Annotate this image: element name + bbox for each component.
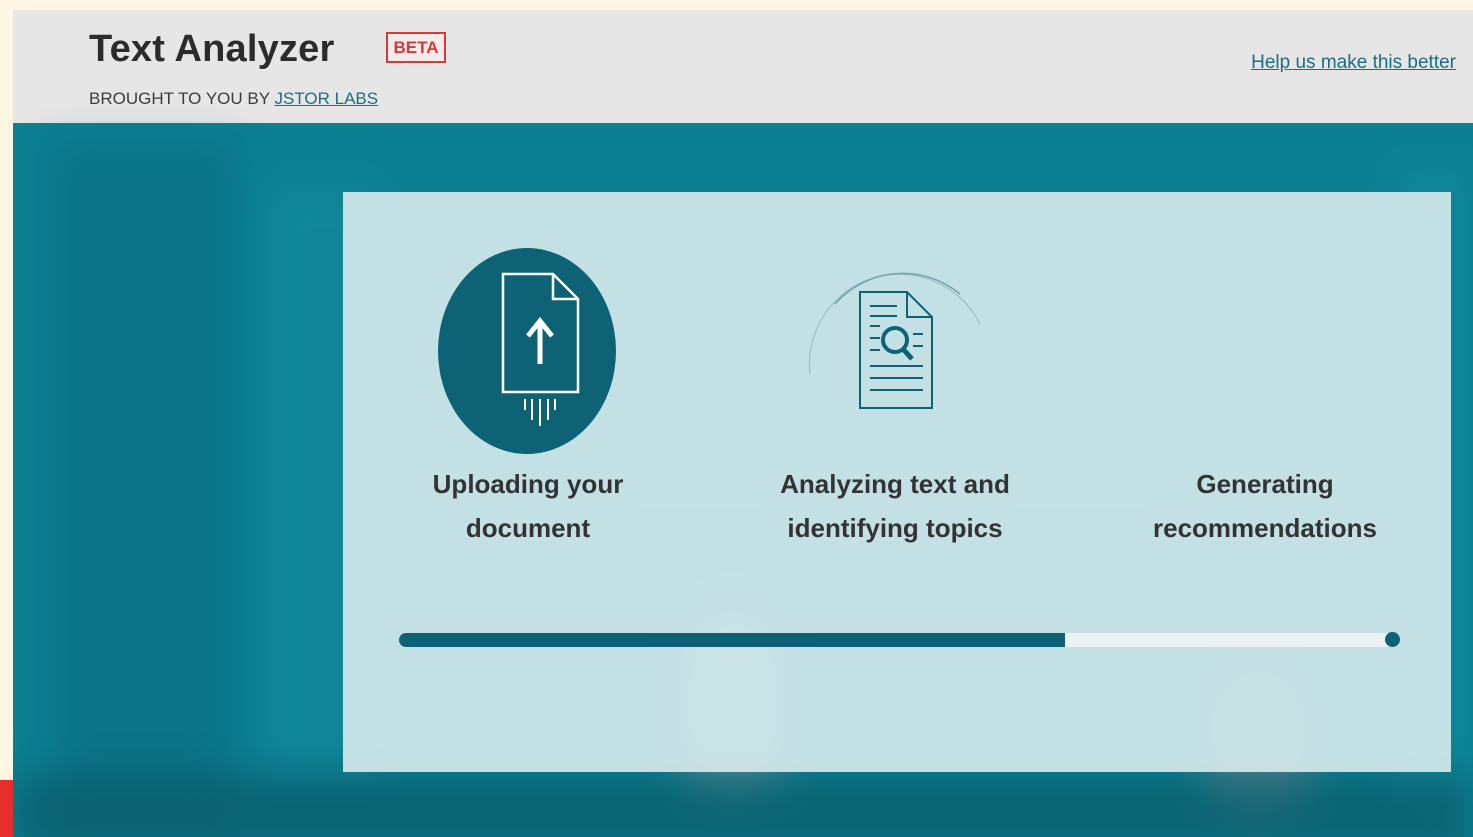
top-header: Text Analyzer BETA BROUGHT TO YOU BY JST… [13, 10, 1473, 123]
step-generate: Generating recommendations [1105, 244, 1425, 550]
step-analyze: Analyzing text and identifying topics [735, 244, 1055, 550]
step-label-line: identifying topics [787, 513, 1003, 543]
help-feedback-link[interactable]: Help us make this better [1251, 52, 1456, 74]
blurred-background-shape [53, 143, 233, 837]
progress-end-dot [1385, 632, 1400, 647]
analyze-document-icon [808, 272, 981, 409]
step-label: Generating recommendations [1105, 462, 1425, 550]
byline-prefix: BROUGHT TO YOU BY [89, 89, 270, 108]
upload-document-icon [501, 272, 580, 426]
step-label-line: Analyzing text and [780, 469, 1010, 499]
progress-fill [399, 633, 1065, 647]
step-label: Uploading your document [368, 462, 688, 550]
step-label-line: Uploading your [432, 469, 624, 499]
step-label-line: Generating [1196, 469, 1334, 499]
step-label-line: document [465, 513, 591, 543]
progress-bar [399, 632, 1400, 647]
step-upload: Uploading your document [368, 244, 688, 550]
step-label-line: recommendations [1153, 513, 1377, 543]
app-title: Text Analyzer [89, 28, 335, 70]
app-frame: Text Analyzer BETA BROUGHT TO YOU BY JST… [13, 10, 1473, 837]
byline: BROUGHT TO YOU BY JSTOR LABS [89, 89, 378, 109]
beta-badge: BETA [386, 32, 446, 63]
progress-card: Uploading your document Analyzing text a… [343, 192, 1451, 772]
empty-icon-slot [1105, 244, 1425, 454]
red-edge-strip [0, 780, 13, 837]
blurred-background-shape [13, 773, 1473, 837]
step-label: Analyzing text and identifying topics [735, 462, 1055, 550]
jstor-labs-link[interactable]: JSTOR LABS [275, 89, 379, 108]
